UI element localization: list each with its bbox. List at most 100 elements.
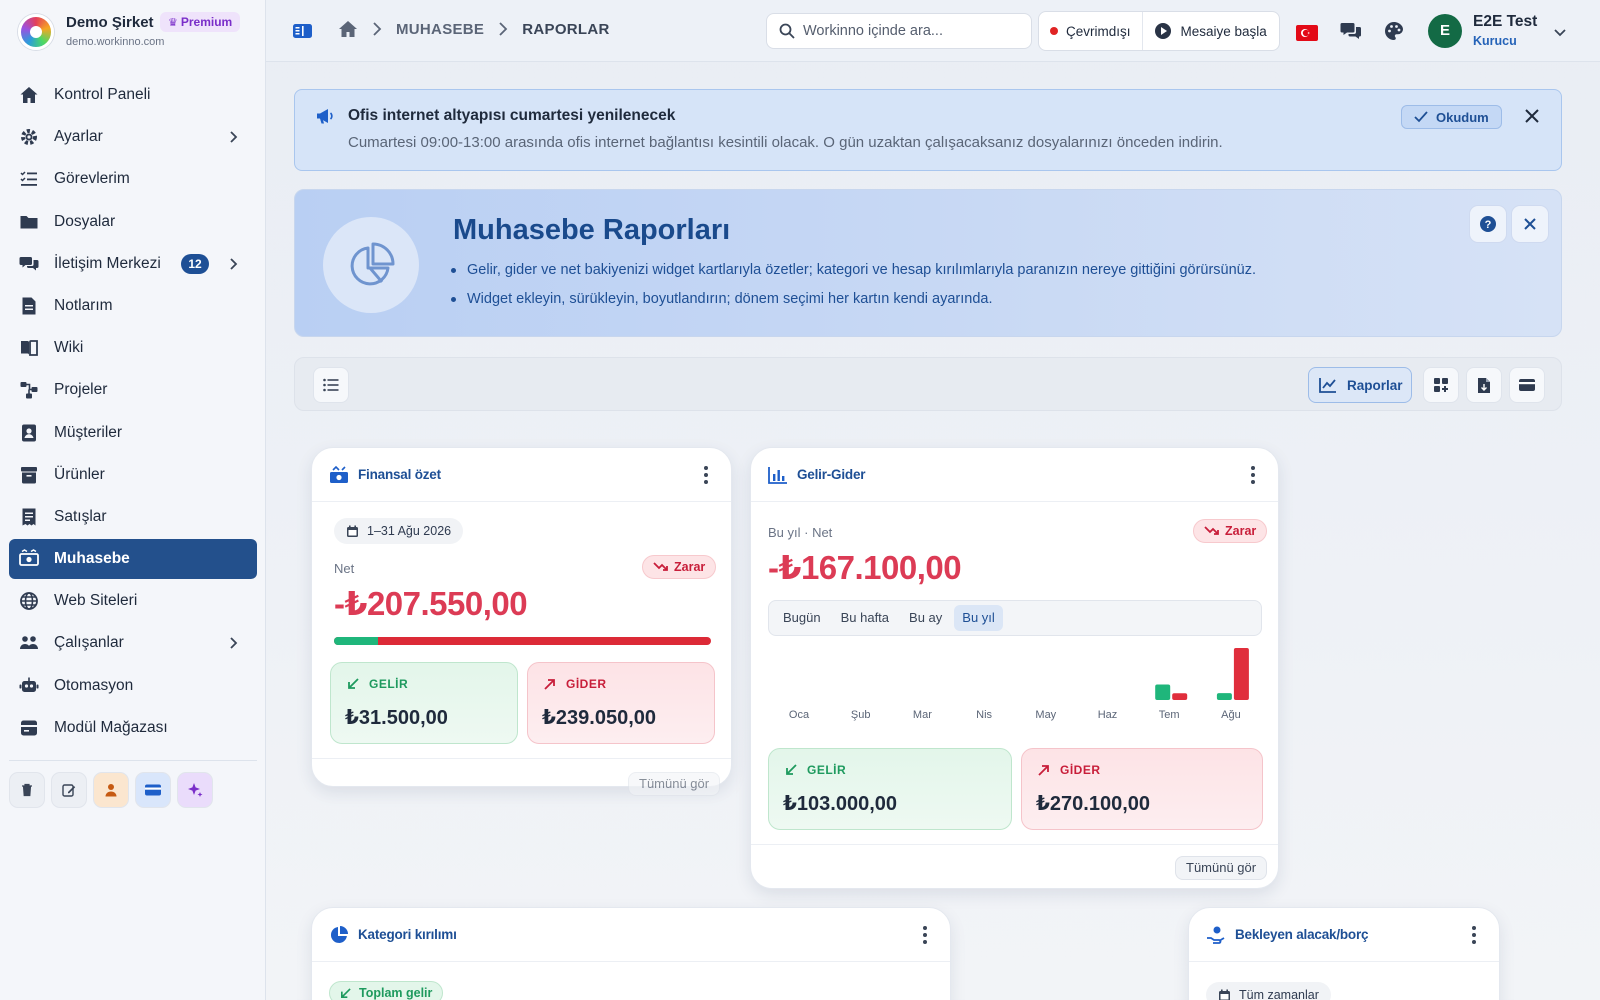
period-tab[interactable]: Bu ay [901, 605, 950, 631]
edit-button[interactable] [51, 772, 87, 808]
help-button[interactable]: ? [1469, 205, 1507, 243]
chevron-down-icon[interactable] [1552, 24, 1568, 40]
search-icon [779, 23, 795, 39]
card-header: Finansal özet [312, 448, 731, 502]
sidebar-item-folder[interactable]: Dosyalar [9, 202, 257, 242]
sidebar-item-tasks[interactable]: Görevlerim [9, 159, 257, 199]
bar-income[interactable] [1216, 693, 1232, 700]
bar-income[interactable] [1155, 684, 1171, 700]
presence-status-button[interactable]: Çevrimdışı [1039, 12, 1143, 50]
hero-bullet: Widget ekleyin, sürükleyin, boyutlandırı… [451, 291, 1256, 307]
premium-badge: ♛ Premium [160, 12, 241, 32]
x-tick-label: Oca [789, 709, 810, 721]
pie-chart-icon [350, 242, 395, 286]
expense-stat: GİDER ₺239.050,00 [527, 662, 715, 744]
trash-button[interactable] [9, 772, 45, 808]
crown-icon: ♛ [168, 17, 178, 29]
date-range-label: 1–31 Ağu 2026 [367, 524, 452, 538]
sidebar-item-home[interactable]: Kontrol Paneli [9, 75, 257, 115]
list-view-button[interactable] [313, 367, 349, 403]
wallet-button[interactable] [1509, 367, 1545, 403]
card-button[interactable] [135, 772, 171, 808]
sidebar-item-money[interactable]: Muhasebe [9, 539, 257, 580]
home-icon[interactable] [338, 20, 358, 38]
trend-down-icon [1204, 526, 1219, 535]
presence-status-label: Çevrimdışı [1066, 23, 1131, 39]
sidebar-item-store[interactable]: Modül Mağazası [9, 708, 257, 748]
chevron-right-icon[interactable] [225, 256, 241, 272]
search-input[interactable] [803, 23, 1023, 39]
bar-expense[interactable] [1172, 693, 1188, 700]
sidebar-item-note[interactable]: Notlarım [9, 286, 257, 326]
sidebar-item-robot[interactable]: Otomasyon [9, 666, 257, 706]
sidebar-item-book[interactable]: Wiki [9, 328, 257, 368]
category-breakdown-card: Kategori kırılımı Toplam gelir [311, 907, 951, 1000]
card-title: Gelir-Gider [797, 467, 866, 482]
date-range-pill[interactable]: 1–31 Ağu 2026 [334, 518, 464, 544]
period-tab[interactable]: Bugün [775, 605, 829, 631]
brand-name: Demo Şirket [66, 14, 154, 31]
acknowledge-button[interactable]: Okudum [1401, 105, 1502, 129]
sidebar-item-chat[interactable]: İletişim Merkezi 12 [9, 244, 257, 284]
sidebar-item-project[interactable]: Projeler [9, 370, 257, 410]
see-all-button[interactable]: Tümünü gör [628, 772, 721, 796]
bar-expense[interactable] [1233, 648, 1249, 700]
sidebar-item-label: Satışlar [54, 507, 107, 525]
sidebar-item-people[interactable]: Çalışanlar [9, 623, 257, 663]
sidebar-item-gear[interactable]: Ayarlar [9, 117, 257, 157]
breadcrumb-muhasebe[interactable]: MUHASEBE [396, 21, 484, 38]
chat-icon [19, 254, 39, 274]
see-all-button[interactable]: Tümünü gör [1175, 856, 1268, 880]
money-flow-icon [330, 465, 348, 483]
palette-icon[interactable] [1383, 20, 1405, 42]
ai-button[interactable] [177, 772, 213, 808]
arrow-up-right-icon [544, 679, 555, 690]
money-icon [19, 549, 39, 569]
sidebar-item-contact[interactable]: Müşteriler [9, 413, 257, 453]
archive-icon [19, 465, 39, 485]
start-shift-button[interactable]: Mesaiye başla [1143, 23, 1279, 39]
gear-icon [19, 127, 39, 147]
hero-close-button[interactable] [1511, 205, 1549, 243]
tasks-icon [19, 169, 39, 189]
card-menu-button[interactable] [1250, 466, 1256, 484]
reports-button[interactable]: Raporlar [1308, 367, 1412, 403]
total-income-chip[interactable]: Toplam gelir [329, 981, 444, 1000]
sidebar-toggle-icon[interactable] [292, 21, 314, 41]
widgets-button[interactable] [1423, 367, 1459, 403]
card-header: Gelir-Gider [751, 448, 1278, 502]
search-box [766, 13, 1032, 49]
brand[interactable]: Demo Şirket ♛ Premium demo.workinno.com [18, 12, 258, 52]
sidebar: Demo Şirket ♛ Premium demo.workinno.com K… [0, 0, 266, 1000]
sidebar-item-label: Web Siteleri [54, 592, 138, 610]
income-value: ₺31.500,00 [345, 707, 448, 729]
period-pill[interactable]: Tüm zamanlar [1206, 982, 1331, 1000]
chevron-right-icon[interactable] [225, 635, 241, 651]
flag-tr-icon[interactable] [1296, 22, 1318, 44]
announcement-body: Cumartesi 09:00-13:00 arasında ofis inte… [348, 134, 1223, 151]
card-menu-button[interactable] [703, 466, 709, 484]
grid-add-icon [1434, 378, 1448, 392]
pie-chart-icon [330, 926, 348, 943]
sidebar-item-globe[interactable]: Web Siteleri [9, 581, 257, 621]
card-menu-button[interactable] [1471, 926, 1477, 944]
play-icon [1154, 23, 1171, 39]
avatar[interactable]: E [1428, 14, 1462, 48]
card-menu-button[interactable] [922, 926, 928, 944]
period-pill-label: Tüm zamanlar [1239, 988, 1319, 1000]
store-icon [19, 718, 39, 738]
messages-icon[interactable] [1340, 20, 1362, 42]
sidebar-item-receipt[interactable]: Satışlar [9, 497, 257, 537]
project-icon [19, 380, 39, 400]
profile-button[interactable] [93, 772, 129, 808]
period-tab[interactable]: Bu hafta [833, 605, 897, 631]
receipt-icon [19, 507, 39, 527]
user-name[interactable]: E2E Test [1473, 13, 1537, 31]
export-button[interactable] [1466, 367, 1502, 403]
income-label: GELİR [369, 677, 409, 691]
chevron-right-icon[interactable] [225, 129, 241, 145]
chevron-right-icon [499, 22, 508, 36]
close-icon[interactable] [1523, 107, 1541, 125]
sidebar-item-archive[interactable]: Ürünler [9, 455, 257, 495]
period-tab[interactable]: Bu yıl [954, 605, 1003, 631]
